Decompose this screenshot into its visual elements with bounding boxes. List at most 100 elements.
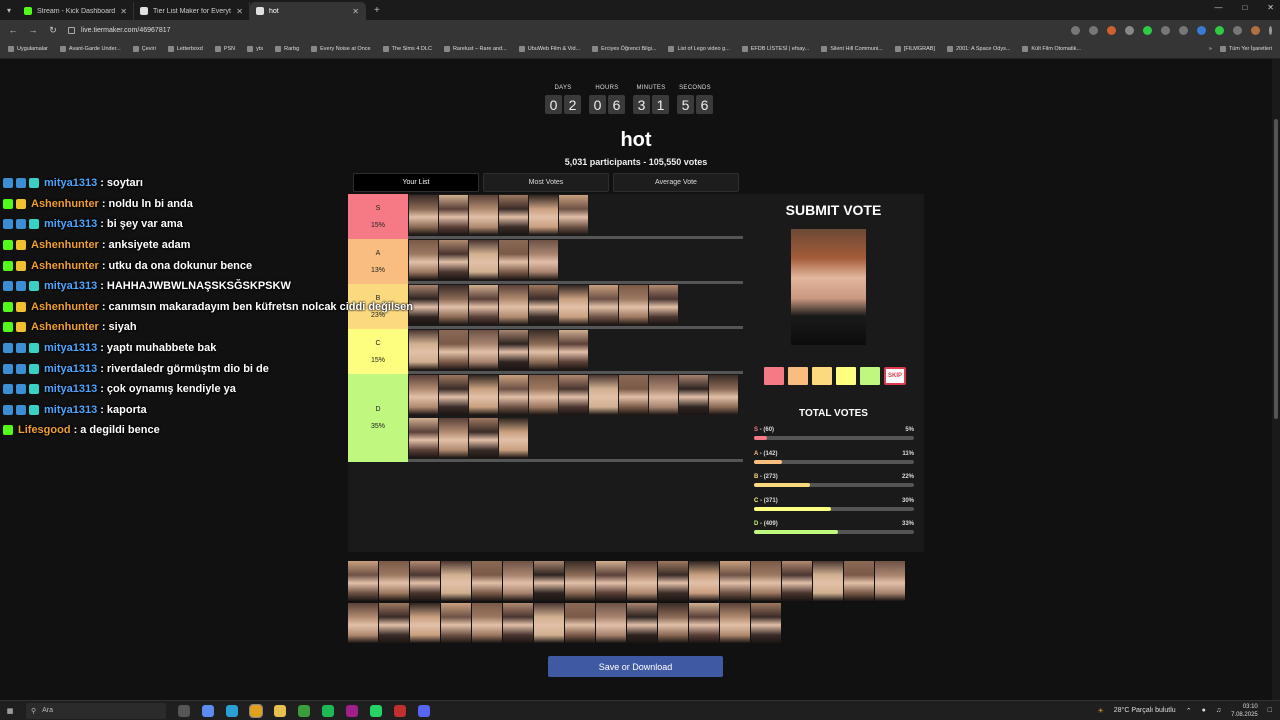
extension-icon[interactable] — [1125, 25, 1134, 35]
tier-item-image[interactable] — [469, 330, 498, 370]
tier-item-image[interactable] — [559, 195, 588, 235]
vote-tier-c-button[interactable] — [836, 367, 856, 385]
tier-item-image[interactable] — [469, 285, 498, 325]
chat-username[interactable]: mitya1313 — [44, 404, 97, 416]
file-explorer-icon[interactable] — [274, 704, 286, 717]
reload-icon[interactable]: ↻ — [48, 25, 58, 36]
forward-icon[interactable]: → — [28, 25, 38, 35]
tab-average-vote[interactable]: Average Vote — [613, 173, 739, 192]
bookmark-item[interactable]: List of Lego video g... — [668, 46, 730, 52]
pool-item-image[interactable] — [348, 561, 378, 601]
discord-icon[interactable] — [418, 704, 430, 717]
extension-icon[interactable] — [1215, 25, 1224, 35]
tier-item-image[interactable] — [439, 285, 468, 325]
tier-item-image[interactable] — [589, 375, 618, 415]
bookmark-item[interactable]: UbuWeb Film & Vid... — [518, 46, 580, 52]
pool-item-image[interactable] — [844, 561, 874, 601]
clock[interactable]: 03:10 7.08.2025 — [1231, 703, 1258, 719]
vote-tier-b-button[interactable] — [812, 367, 832, 385]
pool-item-image[interactable] — [565, 561, 595, 601]
pool-item-image[interactable] — [410, 561, 440, 601]
chrome-icon[interactable] — [249, 703, 263, 718]
extension-icon[interactable] — [1107, 25, 1116, 35]
tier-item-image[interactable] — [499, 285, 528, 325]
vote-tier-s-button[interactable] — [764, 367, 784, 385]
back-icon[interactable]: ← — [8, 25, 18, 35]
pool-item-image[interactable] — [379, 561, 409, 601]
bookmark-item[interactable]: Erciyes Öğrenci Bilgi... — [592, 46, 656, 52]
tier-item-image[interactable] — [439, 330, 468, 370]
chat-username[interactable]: Lifesgood — [18, 424, 71, 436]
chat-username[interactable]: mitya1313 — [44, 342, 97, 354]
bookmark-item[interactable]: EFDB LİSTESİ | efsay... — [741, 46, 809, 52]
all-bookmarks-button[interactable]: Tüm Yer İşaretleri — [1219, 46, 1272, 52]
tier-item-image[interactable] — [649, 375, 678, 415]
tier-item-image[interactable] — [559, 330, 588, 370]
pool-item-image[interactable] — [689, 561, 719, 601]
maximize-icon[interactable]: □ — [1242, 3, 1247, 12]
bookmark-item[interactable]: Çeviri — [132, 46, 156, 52]
tier-item-image[interactable] — [529, 240, 558, 280]
chat-username[interactable]: Ashenhunter — [31, 239, 99, 251]
taskbar-search-input[interactable]: ⚲ Ara — [26, 702, 166, 719]
pool-item-image[interactable] — [658, 603, 688, 643]
tier-item-image[interactable] — [559, 375, 588, 415]
chat-username[interactable]: Ashenhunter — [31, 321, 99, 333]
tier-item-image[interactable] — [499, 418, 528, 458]
pool-item-image[interactable] — [379, 603, 409, 643]
tier-item-image[interactable] — [529, 375, 558, 415]
bookmark-item[interactable]: Letterboxd — [167, 46, 203, 52]
pool-item-image[interactable] — [441, 561, 471, 601]
bookmark-item[interactable]: The Sims 4 DLC — [382, 46, 432, 52]
extension-icon[interactable] — [1161, 25, 1170, 35]
chat-username[interactable]: mitya1313 — [44, 383, 97, 395]
tier-item-image[interactable] — [439, 375, 468, 415]
close-tab-icon[interactable]: ✕ — [352, 7, 359, 16]
tier-item-image[interactable] — [499, 195, 528, 235]
pool-item-image[interactable] — [596, 603, 626, 643]
tier-item-image[interactable] — [589, 285, 618, 325]
tier-item-image[interactable] — [499, 240, 528, 280]
tier-item-image[interactable] — [469, 195, 498, 235]
tier-item-image[interactable] — [439, 195, 468, 235]
tier-item-image[interactable] — [619, 375, 648, 415]
bookmark-item[interactable]: Uygulamalar — [8, 46, 48, 52]
bookmark-item[interactable]: PSN — [214, 46, 235, 52]
pool-item-image[interactable] — [627, 603, 657, 643]
extension-icon[interactable] — [1197, 25, 1206, 35]
pool-item-image[interactable] — [751, 603, 781, 643]
tier-item-image[interactable] — [529, 330, 558, 370]
pool-item-image[interactable] — [534, 603, 564, 643]
app-icon[interactable] — [394, 704, 406, 717]
extension-icon[interactable] — [1143, 25, 1152, 35]
pool-item-image[interactable] — [565, 603, 595, 643]
tab-most-votes[interactable]: Most Votes — [483, 173, 609, 192]
tier-item-image[interactable] — [469, 375, 498, 415]
tier-item-image[interactable] — [529, 285, 558, 325]
chat-username[interactable]: mitya1313 — [44, 363, 97, 375]
bookmark-item[interactable]: Kült Film Otomatik... — [1022, 46, 1081, 52]
bookmark-item[interactable]: 2001: A Space Odys... — [946, 46, 1010, 52]
pool-item-image[interactable] — [720, 561, 750, 601]
extension-icon[interactable] — [1179, 25, 1188, 35]
tier-item-image[interactable] — [529, 195, 558, 235]
browser-tab[interactable]: hot ✕ — [250, 2, 366, 20]
chat-username[interactable]: mitya1313 — [44, 218, 97, 230]
bookmarks-overflow-icon[interactable]: » — [1209, 46, 1212, 52]
chat-username[interactable]: Ashenhunter — [31, 198, 99, 210]
pool-item-image[interactable] — [875, 561, 905, 601]
tier-item-image[interactable] — [619, 285, 648, 325]
tier-item-image[interactable] — [679, 375, 708, 415]
close-tab-icon[interactable]: ✕ — [120, 7, 127, 16]
bookmark-item[interactable]: Silent Hill Communi... — [821, 46, 883, 52]
start-icon[interactable]: ▦ — [0, 707, 20, 715]
translate-icon[interactable] — [1071, 25, 1080, 35]
spotify-icon[interactable] — [322, 704, 334, 717]
chat-username[interactable]: Ashenhunter — [31, 301, 99, 313]
pool-item-image[interactable] — [751, 561, 781, 601]
pool-item-image[interactable] — [720, 603, 750, 643]
url-field[interactable]: live.tiermaker.com/46967817 — [68, 26, 171, 34]
edge-icon[interactable] — [226, 704, 238, 717]
skip-button[interactable]: SKIP — [884, 367, 906, 385]
vote-tier-a-button[interactable] — [788, 367, 808, 385]
